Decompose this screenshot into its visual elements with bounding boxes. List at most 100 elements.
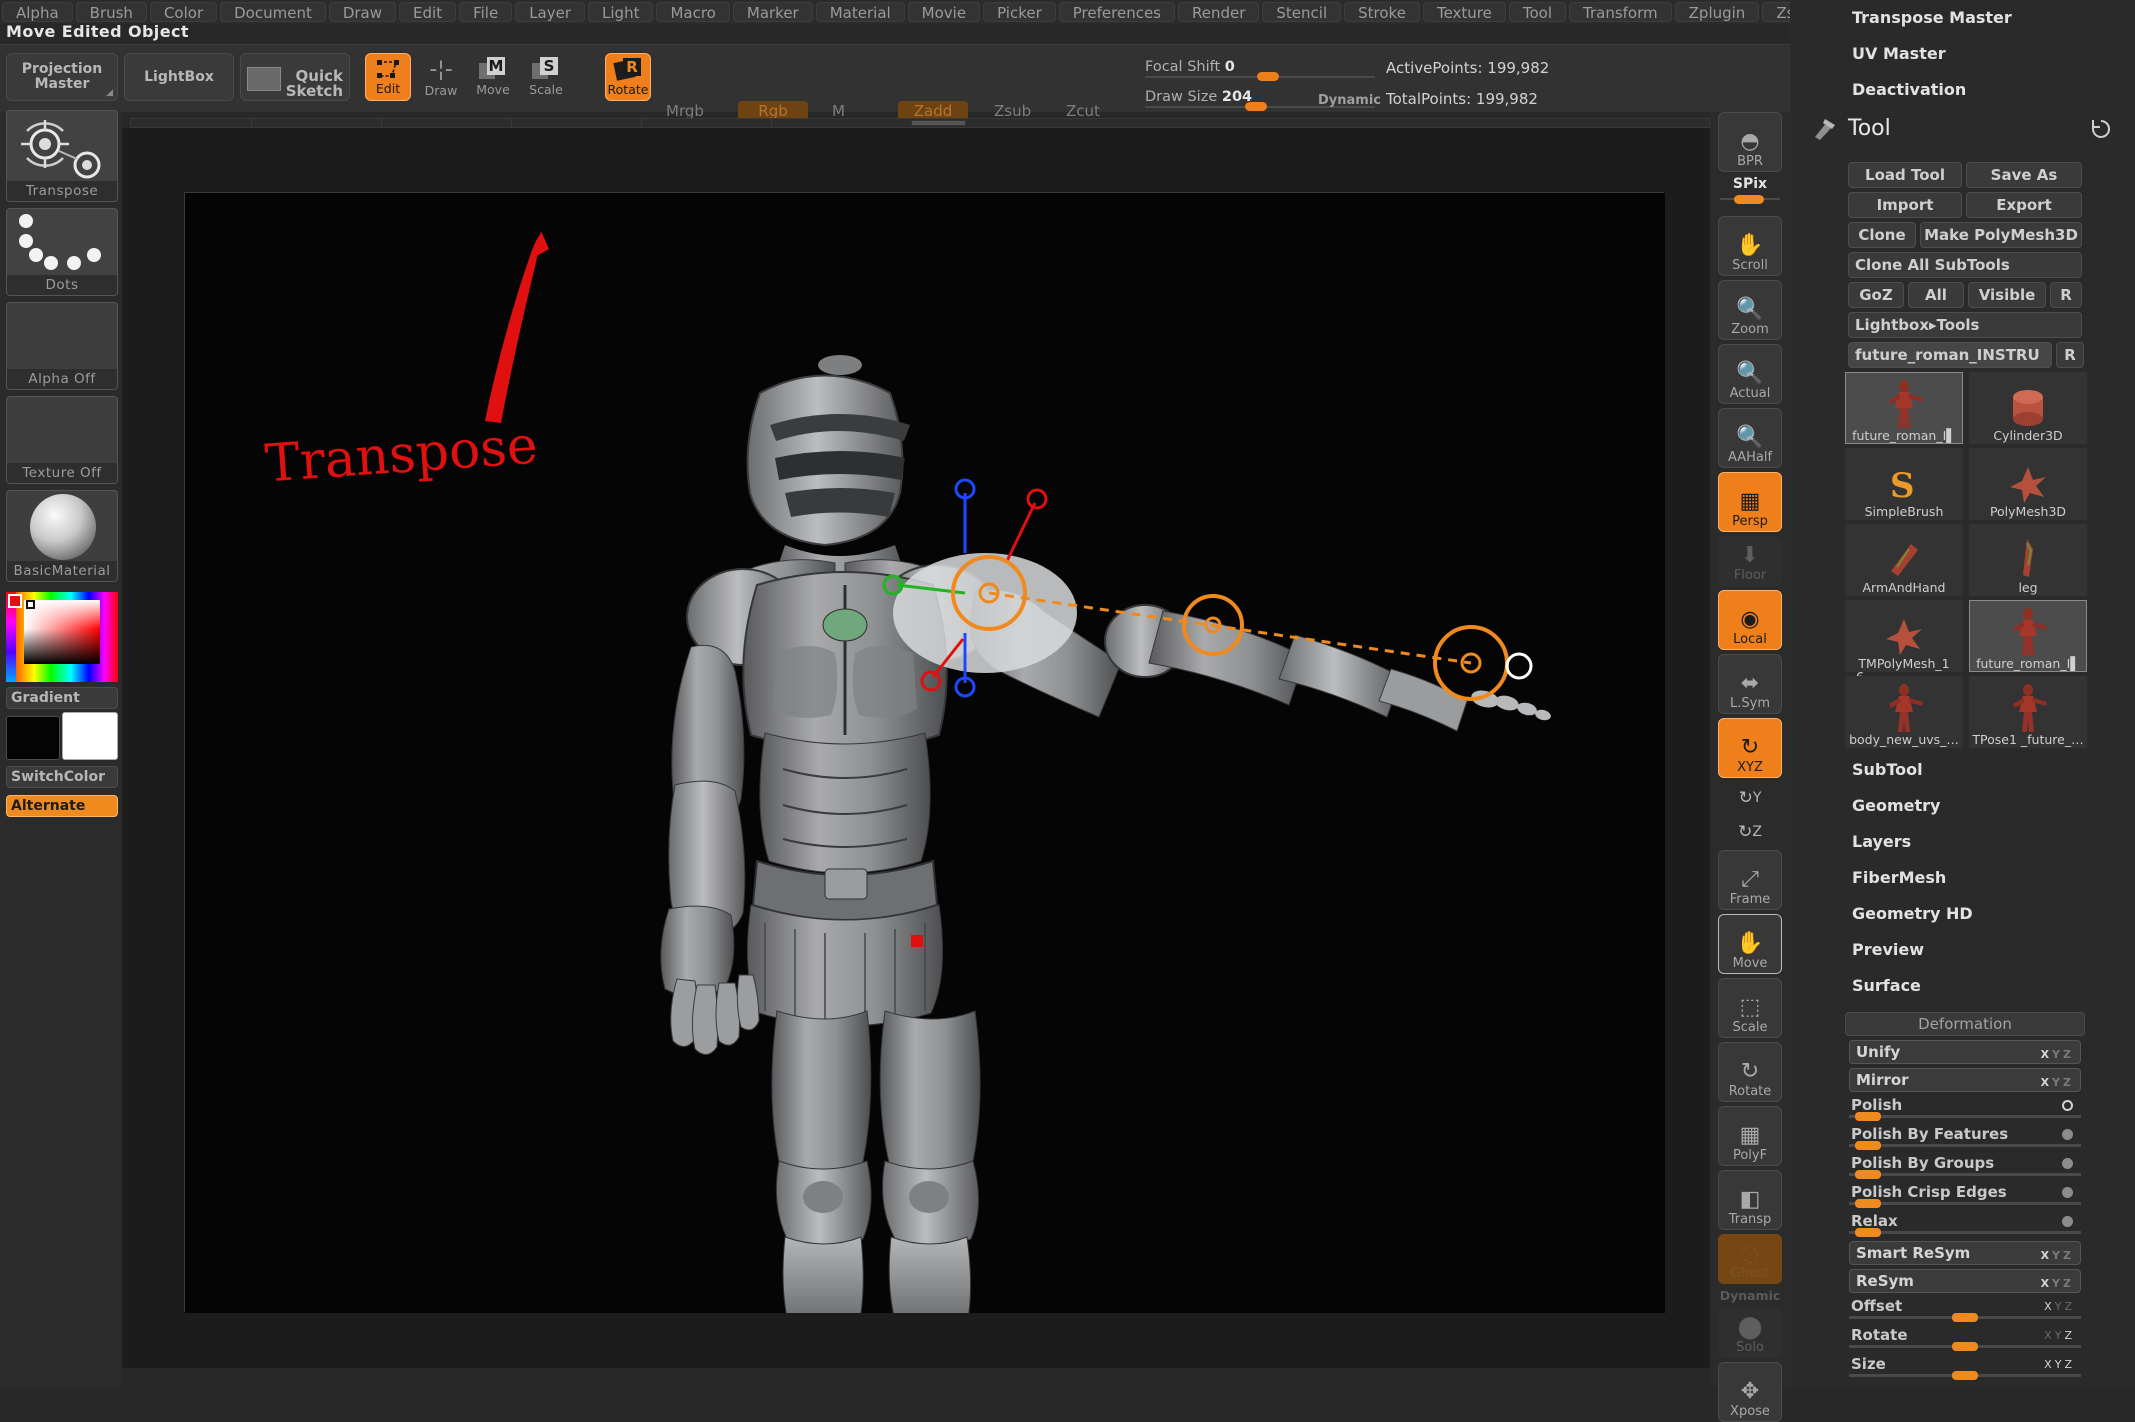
goz-r-button[interactable]: R <box>2050 282 2082 308</box>
deformation-knob[interactable] <box>1854 1112 1881 1121</box>
rightbar-item-actual[interactable]: 🔍 Actual <box>1718 344 1782 404</box>
deformation-smart-resym-button[interactable]: Smart ReSym XYZ <box>1849 1241 2081 1265</box>
alpha-swatch[interactable]: Alpha Off <box>6 302 118 390</box>
deformation-mode-dot[interactable] <box>2062 1187 2073 1198</box>
deformation-size-slider[interactable]: Size XYZ <box>1849 1355 2081 1381</box>
rightbar-item-frame[interactable]: ⤢ Frame <box>1718 850 1782 910</box>
spix-slider[interactable]: SPix <box>1718 176 1782 210</box>
menu-item-file[interactable]: File <box>459 2 513 22</box>
rightbar-item-l-sym[interactable]: ⬌ L.Sym <box>1718 654 1782 714</box>
lightbox-tools-button[interactable]: Lightbox▸Tools <box>1848 312 2082 338</box>
rightbar-item-floor[interactable]: ⬇ Floor <box>1718 536 1782 586</box>
axis-z[interactable]: Z <box>2063 1277 2074 1290</box>
current-color-swatch[interactable] <box>8 594 22 608</box>
color-picker[interactable] <box>6 592 118 682</box>
draw-button[interactable]: -¦- Draw <box>418 53 464 101</box>
lightbox-button[interactable]: LightBox <box>124 53 234 101</box>
rightbar-item-local[interactable]: ◉ Local <box>1718 590 1782 650</box>
menu-item-marker[interactable]: Marker <box>732 2 813 22</box>
stroke-swatch-dots[interactable]: Dots <box>6 208 118 296</box>
deformation-unify-button[interactable]: Unify XYZ <box>1849 1040 2081 1064</box>
axis-z[interactable]: Z <box>2064 1358 2075 1371</box>
tool-thumbnail[interactable]: ArmAndHand <box>1845 524 1963 596</box>
menu-item-layer[interactable]: Layer <box>515 2 586 22</box>
axis-y[interactable]: Y <box>2052 1249 2063 1262</box>
menu-item-stencil[interactable]: Stencil <box>1262 2 1342 22</box>
focal-shift-knob[interactable] <box>1257 72 1279 81</box>
document-canvas[interactable]: Transpose <box>184 192 1665 1313</box>
plugin-link-transpose-master[interactable]: Transpose Master <box>1852 8 2012 27</box>
deformation-mode-dot[interactable] <box>2062 1129 2073 1140</box>
menu-item-edit[interactable]: Edit <box>399 2 457 22</box>
quick-sketch-button[interactable]: Quick Sketch <box>240 53 350 101</box>
goz-button[interactable]: GoZ <box>1848 282 1904 308</box>
canvas-area[interactable]: Transpose <box>122 128 1710 1368</box>
panel-section-layers[interactable]: Layers <box>1852 832 1911 851</box>
axis-toggles[interactable]: XYZ <box>2041 1273 2074 1295</box>
tool-thumbnail[interactable]: TMPolyMesh_1 <box>1845 600 1963 672</box>
menu-item-light[interactable]: Light <box>588 2 654 22</box>
axis-y[interactable]: Y <box>2055 1329 2065 1342</box>
tool-thumbnail[interactable]: S SimpleBrush <box>1845 448 1963 520</box>
menu-item-draw[interactable]: Draw <box>328 2 397 22</box>
axis-z[interactable]: Z <box>2063 1048 2074 1061</box>
projection-master-button[interactable]: Projection Master ◢ <box>6 53 118 101</box>
menu-item-material[interactable]: Material <box>815 2 905 22</box>
make-polymesh3d-button[interactable]: Make PolyMesh3D <box>1920 222 2082 248</box>
rightbar-item-xyz[interactable]: ↻ XYZ <box>1718 718 1782 778</box>
draw-size-knob[interactable] <box>1245 102 1267 111</box>
deformation-knob[interactable] <box>1854 1141 1881 1150</box>
rightbar-item-xpose[interactable]: ✥ Xpose <box>1718 1362 1782 1422</box>
goz-all-button[interactable]: All <box>1908 282 1964 308</box>
canvas-scroll-strip[interactable] <box>130 118 1710 128</box>
rotate-button[interactable]: R Rotate <box>605 53 651 101</box>
axis-toggles[interactable]: XYZ <box>2041 1072 2074 1094</box>
menu-item-alpha[interactable]: Alpha <box>2 2 73 22</box>
panel-section-fibermesh[interactable]: FiberMesh <box>1852 868 1946 887</box>
deformation-resym-button[interactable]: ReSym XYZ <box>1849 1269 2081 1293</box>
viewport-3d[interactable] <box>185 193 1665 1313</box>
deformation-mirror-button[interactable]: Mirror XYZ <box>1849 1068 2081 1092</box>
move-button[interactable]: M Move <box>470 53 516 101</box>
tool-thumbnail[interactable]: TPose1 _future_… <box>1969 676 2087 748</box>
axis-z[interactable]: Z <box>2063 1076 2074 1089</box>
strip-thumb[interactable] <box>911 120 966 126</box>
rightbar-item-scroll[interactable]: ✋ Scroll <box>1718 216 1782 276</box>
scale-button[interactable]: S Scale <box>523 53 569 101</box>
axis-x[interactable]: X <box>2041 1076 2052 1089</box>
tool-thumbnail[interactable]: future_roman_I▌ <box>1969 600 2087 672</box>
save-as-button[interactable]: Save As <box>1966 162 2082 188</box>
secondary-color-swatch[interactable] <box>62 712 118 760</box>
menu-item-texture[interactable]: Texture <box>1422 2 1506 22</box>
deformation-section-header[interactable]: Deformation <box>1845 1012 2085 1036</box>
axis-x[interactable]: X <box>2044 1329 2055 1342</box>
axis-toggles[interactable]: XYZ <box>2044 1300 2075 1313</box>
rightbar-item-polyf[interactable]: ▦ PolyF <box>1718 1106 1782 1166</box>
axis-toggles[interactable]: XYZ <box>2044 1329 2075 1342</box>
axis-x[interactable]: X <box>2044 1300 2055 1313</box>
rightbar-item-z[interactable]: ↻ Z <box>1718 816 1782 848</box>
rightbar-item-rotate[interactable]: ↻ Rotate <box>1718 1042 1782 1102</box>
rightbar-item-bpr[interactable]: ◓ BPR <box>1718 112 1782 172</box>
menu-item-document[interactable]: Document <box>220 2 326 22</box>
switch-color-button[interactable]: SwitchColor <box>6 766 118 788</box>
spix-knob[interactable] <box>1734 195 1764 204</box>
deformation-polish-by-features-slider[interactable]: Polish By Features <box>1849 1125 2081 1151</box>
menu-item-color[interactable]: Color <box>149 2 218 22</box>
deformation-knob[interactable] <box>1952 1371 1978 1380</box>
deformation-mode-dot[interactable] <box>2062 1100 2073 1111</box>
edit-button[interactable]: Edit <box>365 53 411 101</box>
gradient-button[interactable]: Gradient <box>6 687 118 709</box>
axis-x[interactable]: X <box>2041 1048 2052 1061</box>
tool-thumbnail[interactable]: future_roman_I▌ <box>1845 372 1963 444</box>
tool-thumbnail[interactable]: body_new_uvs_… <box>1845 676 1963 748</box>
tool-thumbnail[interactable]: Cylinder3D <box>1969 372 2087 444</box>
panel-section-geometry[interactable]: Geometry <box>1852 796 1940 815</box>
load-tool-button[interactable]: Load Tool <box>1848 162 1962 188</box>
deformation-polish-by-groups-slider[interactable]: Polish By Groups <box>1849 1154 2081 1180</box>
plugin-link-deactivation[interactable]: Deactivation <box>1852 80 1966 99</box>
stroke-swatch-transpose[interactable]: Transpose <box>6 110 118 202</box>
material-swatch[interactable]: BasicMaterial <box>6 490 118 582</box>
import-button[interactable]: Import <box>1848 192 1962 218</box>
menu-item-render[interactable]: Render <box>1178 2 1260 22</box>
